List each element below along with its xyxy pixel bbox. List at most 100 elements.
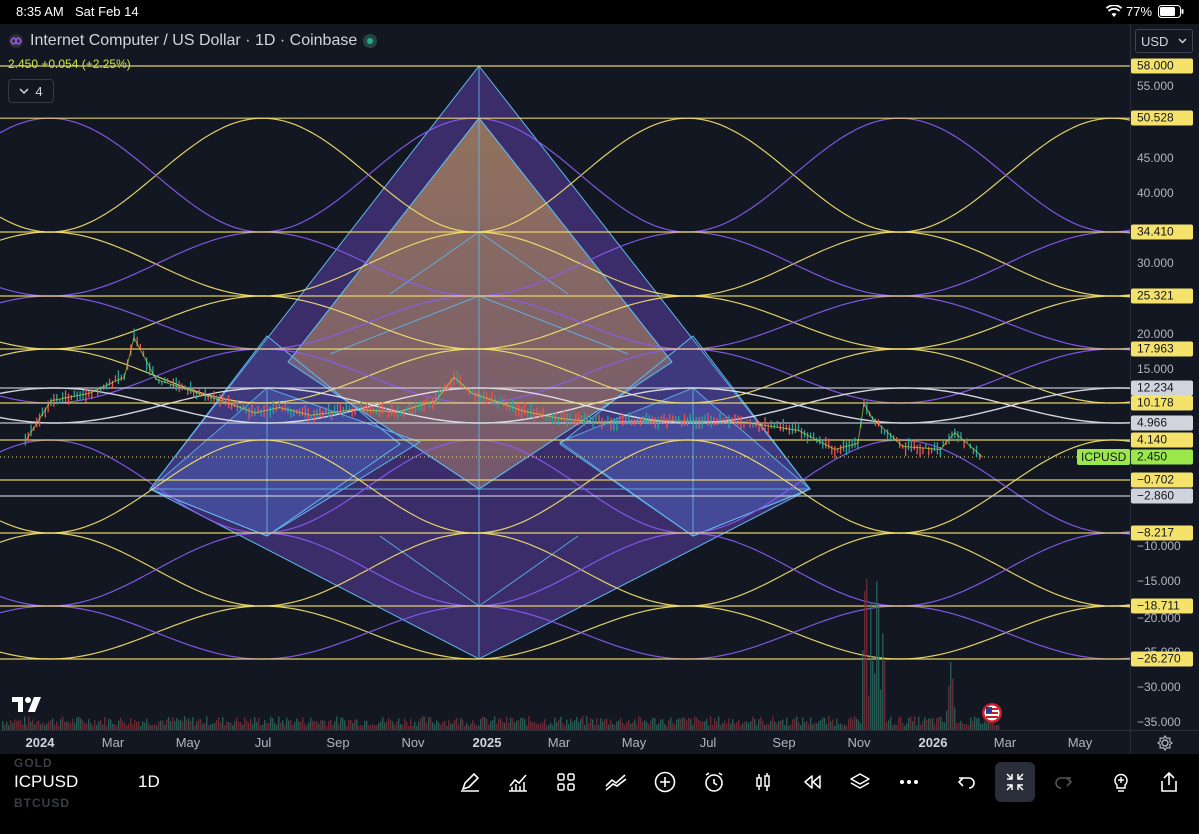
- volume-bar: [510, 717, 512, 730]
- volume-bar: [586, 716, 588, 730]
- volume-bar: [418, 721, 420, 730]
- volume-bar: [758, 719, 760, 730]
- volume-bar: [62, 716, 64, 730]
- drawing-tools-button[interactable]: [450, 762, 490, 802]
- volume-bar: [88, 719, 90, 730]
- currency-label: USD: [1141, 33, 1169, 49]
- price-level-badge[interactable]: 50.528: [1131, 110, 1193, 126]
- add-button[interactable]: [645, 762, 685, 802]
- redo-button[interactable]: [1044, 762, 1084, 802]
- volume-bar: [60, 719, 62, 730]
- volume-bar: [472, 719, 474, 730]
- share-button[interactable]: [1149, 762, 1189, 802]
- volume-bar: [738, 719, 740, 730]
- volume-bar: [544, 719, 546, 730]
- price-level-badge[interactable]: 58.000: [1131, 58, 1193, 74]
- volume-bar: [926, 719, 928, 730]
- volume-bar: [870, 602, 872, 730]
- price-level-badge[interactable]: 17.963: [1131, 341, 1193, 357]
- price-level-badge[interactable]: 34.410: [1131, 224, 1193, 240]
- volume-bar: [266, 723, 268, 730]
- replay-button[interactable]: [792, 762, 832, 802]
- price-level-badge[interactable]: −18.711: [1131, 598, 1193, 614]
- volume-bar: [52, 718, 54, 730]
- price-axis[interactable]: USD 55.000 45.000 40.000 30.000 20.000 15.000…: [1130, 24, 1199, 730]
- volume-bar: [182, 721, 184, 730]
- tradingview-logo-icon[interactable]: [10, 694, 44, 714]
- price-level-badge[interactable]: −8.217: [1131, 525, 1193, 541]
- time-tick-label: Nov: [401, 735, 425, 750]
- price-level-badge[interactable]: −2.860: [1131, 488, 1193, 504]
- volume-bar: [704, 721, 706, 730]
- volume-bar: [542, 722, 544, 730]
- layouts-button[interactable]: [546, 762, 586, 802]
- chart-title[interactable]: Internet Computer / US Dollar · 1D · Coi…: [30, 32, 357, 50]
- grid-icon: [557, 773, 575, 791]
- price-level-badge[interactable]: −0.702: [1131, 472, 1193, 488]
- volume-bar: [686, 720, 688, 730]
- symbol-logo-icon: [9, 34, 23, 48]
- volume-bar: [448, 719, 450, 730]
- more-button[interactable]: [889, 762, 929, 802]
- volume-bar: [2, 721, 4, 730]
- currency-select[interactable]: USD: [1135, 29, 1193, 53]
- undo-button[interactable]: [946, 762, 986, 802]
- flag-icon[interactable]: [979, 702, 1005, 724]
- object-tree-button[interactable]: [840, 762, 880, 802]
- chart-pane[interactable]: Internet Computer / US Dollar · 1D · Coi…: [0, 24, 1130, 730]
- price-level-badge[interactable]: 4.140: [1131, 432, 1193, 448]
- volume-bar: [198, 719, 200, 730]
- chart-type-button[interactable]: [743, 762, 783, 802]
- volume-bar: [660, 719, 662, 730]
- ideas-button[interactable]: [1101, 762, 1141, 802]
- time-axis[interactable]: 2024 Mar May Jul Sep Nov 2025 Mar May Jul Sep Nov 20…: [0, 730, 1130, 755]
- time-tick-label: Mar: [101, 735, 125, 750]
- price-level-badge[interactable]: 25.321: [1131, 288, 1193, 304]
- symbol-button[interactable]: ICPUSD: [14, 772, 78, 792]
- interval-button[interactable]: 1D: [138, 772, 160, 792]
- chart-canvas[interactable]: [0, 24, 1130, 730]
- volume-bar: [356, 719, 358, 730]
- time-tick-label: 2026: [918, 735, 948, 750]
- volume-bar: [80, 718, 82, 730]
- volume-bar: [42, 722, 44, 730]
- time-tick-label: Sep: [772, 735, 796, 750]
- volume-bar: [644, 720, 646, 730]
- last-price-badge[interactable]: 2.450: [1131, 449, 1193, 465]
- volume-bar: [366, 720, 368, 730]
- volume-bar: [618, 720, 620, 730]
- volume-bar: [30, 721, 32, 730]
- ghost-symbol-gold: GOLD: [14, 756, 53, 770]
- volume-bar: [814, 722, 816, 730]
- volume-bar: [558, 719, 560, 730]
- volume-bar: [634, 719, 636, 730]
- volume-bar: [948, 686, 950, 730]
- volume-bar: [226, 721, 228, 730]
- compare-button[interactable]: [596, 762, 636, 802]
- chevron-down-icon: [1178, 38, 1187, 44]
- indicators-button[interactable]: [498, 762, 538, 802]
- volume-bar: [754, 718, 756, 730]
- volume-bar: [502, 722, 504, 730]
- volume-bar: [830, 721, 832, 730]
- indicators-toggle-button[interactable]: 4: [8, 79, 54, 103]
- volume-bar: [10, 720, 12, 730]
- price-level-badge[interactable]: 12.234: [1131, 380, 1193, 396]
- chart-settings-cell[interactable]: [1130, 730, 1199, 755]
- price-level-badge[interactable]: 10.178: [1131, 395, 1193, 411]
- volume-bar: [972, 720, 974, 730]
- gear-icon[interactable]: [1157, 735, 1173, 751]
- volume-bar: [782, 719, 784, 730]
- volume-bar: [824, 717, 826, 730]
- layers-icon: [850, 773, 870, 789]
- price-level-badge[interactable]: 4.966: [1131, 415, 1193, 431]
- volume-bar: [138, 721, 140, 730]
- volume-bar: [218, 717, 220, 730]
- volume-bar: [520, 717, 522, 730]
- price-level-badge[interactable]: −26.270: [1131, 651, 1193, 667]
- fullscreen-exit-button[interactable]: [995, 762, 1035, 802]
- market-status-icon[interactable]: [363, 34, 378, 48]
- alert-button[interactable]: [694, 762, 734, 802]
- volume-bar: [604, 719, 606, 730]
- undo-icon: [957, 777, 975, 789]
